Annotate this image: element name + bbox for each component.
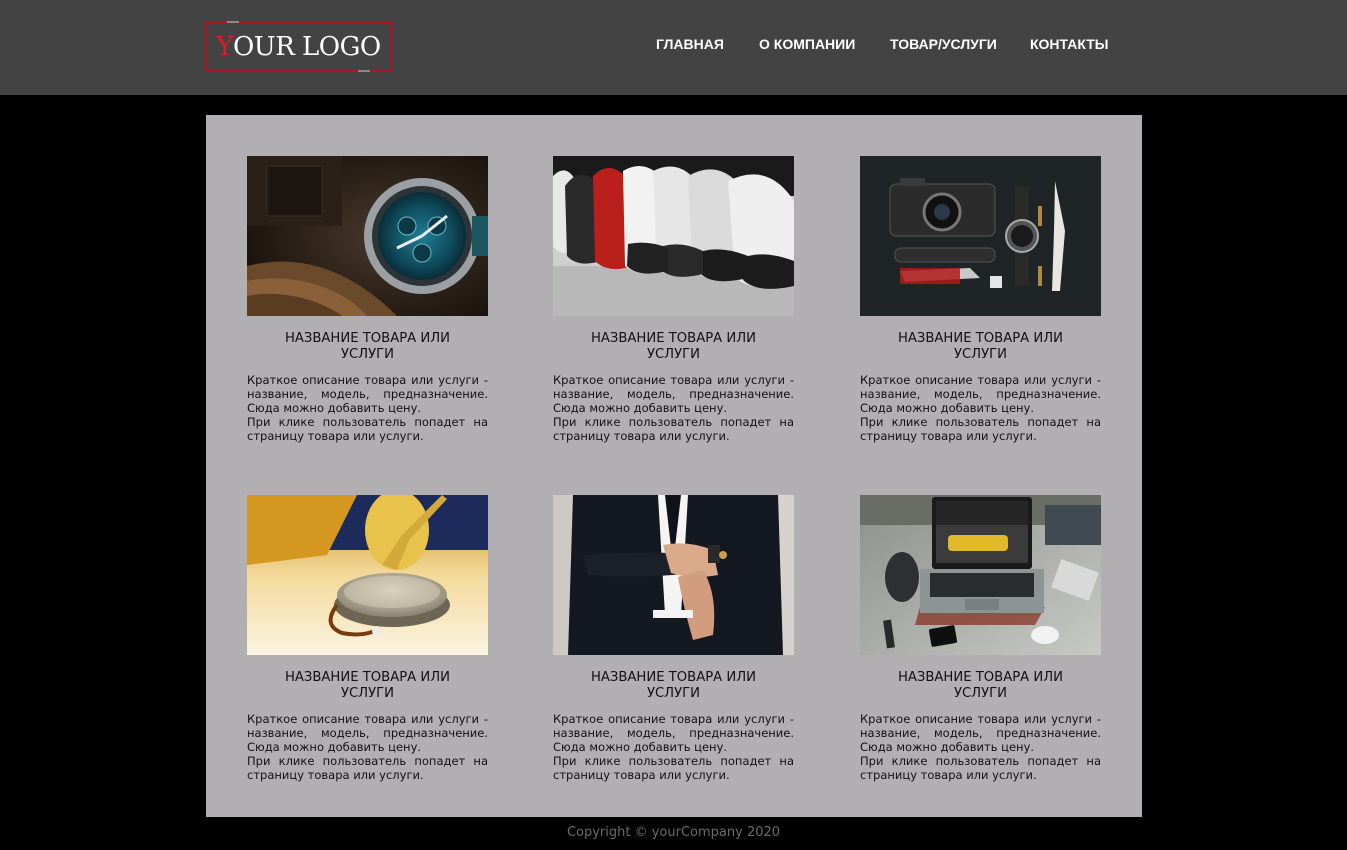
products-panel: НАЗВАНИЕ ТОВАРА ИЛИ УСЛУГИ Краткое описа… — [206, 115, 1142, 817]
sneakers-photo[interactable] — [553, 156, 794, 316]
product-desc-line1: Краткое описание товара или услуги - наз… — [860, 373, 1101, 415]
product-description: Краткое описание товара или услуги - наз… — [860, 373, 1101, 443]
product-title: НАЗВАНИЕ ТОВАРА ИЛИ УСЛУГИ — [897, 670, 1064, 701]
product-description: Краткое описание товара или услуги - наз… — [247, 712, 488, 782]
nav-products[interactable]: ТОВАР/УСЛУГИ — [890, 36, 997, 52]
product-desc-line1: Краткое описание товара или услуги - наз… — [247, 373, 488, 415]
product-description: Краткое описание товара или услуги - наз… — [860, 712, 1101, 782]
footer-copyright: Copyright © yourCompany 2020 — [566, 825, 781, 840]
logo-text: YOUR LOGO — [216, 31, 381, 62]
laptop-desk-photo[interactable] — [860, 495, 1101, 655]
product-title: НАЗВАНИЕ ТОВАРА ИЛИ УСЛУГИ — [897, 331, 1064, 362]
product-desc-line1: Краткое описание товара или услуги - наз… — [247, 712, 488, 754]
product-description: Краткое описание товара или услуги - наз… — [553, 373, 794, 443]
product-desc-line1: Краткое описание товара или услуги - наз… — [553, 712, 794, 754]
product-desc-line1: Краткое описание товара или услуги - наз… — [553, 373, 794, 415]
nav-contacts[interactable]: КОНТАКТЫ — [1030, 36, 1108, 52]
product-description: Краткое описание товара или услуги - наз… — [553, 712, 794, 782]
product-card[interactable]: НАЗВАНИЕ ТОВАРА ИЛИ УСЛУГИ Краткое описа… — [553, 156, 794, 443]
product-title: НАЗВАНИЕ ТОВАРА ИЛИ УСЛУГИ — [590, 670, 757, 701]
product-desc-line2: При клике пользователь попадет на страни… — [247, 754, 488, 782]
product-title: НАЗВАНИЕ ТОВАРА ИЛИ УСЛУГИ — [284, 670, 451, 701]
camera-gear-flatlay-photo[interactable] — [860, 156, 1101, 316]
suit-cufflinks-photo[interactable] — [553, 495, 794, 655]
product-desc-line2: При клике пользователь попадет на страни… — [860, 415, 1101, 443]
speaker-photo[interactable] — [247, 495, 488, 655]
site-header: YOUR LOGO ГЛАВНАЯ О КОМПАНИИ ТОВАР/УСЛУГ… — [0, 0, 1347, 95]
product-desc-line2: При клике пользователь попадет на страни… — [860, 754, 1101, 782]
nav-home[interactable]: ГЛАВНАЯ — [656, 36, 724, 52]
product-card[interactable]: НАЗВАНИЕ ТОВАРА ИЛИ УСЛУГИ Краткое описа… — [860, 156, 1101, 443]
logo-rest: OUR LOGO — [232, 31, 381, 62]
product-desc-line2: При клике пользователь попадет на страни… — [553, 415, 794, 443]
nav-about[interactable]: О КОМПАНИИ — [759, 36, 855, 52]
product-desc-line2: При клике пользователь попадет на страни… — [553, 754, 794, 782]
product-description: Краткое описание товара или услуги - наз… — [247, 373, 488, 443]
product-desc-line2: При клике пользователь попадет на страни… — [247, 415, 488, 443]
product-card[interactable]: НАЗВАНИЕ ТОВАРА ИЛИ УСЛУГИ Краткое описа… — [247, 495, 488, 782]
product-title: НАЗВАНИЕ ТОВАРА ИЛИ УСЛУГИ — [590, 331, 757, 362]
product-desc-line1: Краткое описание товара или услуги - наз… — [860, 712, 1101, 754]
product-card[interactable]: НАЗВАНИЕ ТОВАРА ИЛИ УСЛУГИ Краткое описа… — [553, 495, 794, 782]
product-card[interactable]: НАЗВАНИЕ ТОВАРА ИЛИ УСЛУГИ Краткое описа… — [860, 495, 1101, 782]
logo-first-letter: Y — [216, 31, 233, 62]
site-logo[interactable]: YOUR LOGO — [205, 21, 392, 72]
wristwatch-photo[interactable] — [247, 156, 488, 316]
product-title: НАЗВАНИЕ ТОВАРА ИЛИ УСЛУГИ — [284, 331, 451, 362]
product-card[interactable]: НАЗВАНИЕ ТОВАРА ИЛИ УСЛУГИ Краткое описа… — [247, 156, 488, 443]
